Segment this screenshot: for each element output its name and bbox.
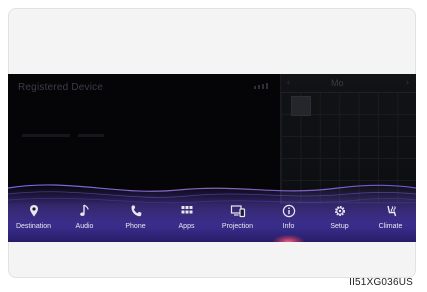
figure-caption: II51XG036US: [349, 277, 413, 288]
menu-label: Apps: [178, 223, 195, 230]
signal-status-icon: [254, 83, 268, 89]
calendar-month-label: Mo: [331, 78, 344, 88]
menu-item-info[interactable]: Info: [263, 200, 314, 242]
content-line: [78, 134, 104, 137]
menu-item-destination[interactable]: Destination: [8, 200, 59, 242]
menu-item-audio[interactable]: Audio: [59, 200, 110, 242]
head-unit-screen: Registered Device ‹ Mo › Destination Aud…: [8, 74, 416, 242]
phone-icon: [130, 205, 141, 217]
menu-item-apps[interactable]: Apps: [161, 200, 212, 242]
music-note-icon: [79, 204, 89, 216]
calendar-header: ‹ Mo ›: [281, 74, 416, 93]
apps-grid-icon: [181, 206, 192, 214]
menu-label: Audio: [75, 223, 94, 230]
menu-item-phone[interactable]: Phone: [110, 200, 161, 242]
chevron-right-icon[interactable]: ›: [406, 77, 409, 87]
gear-icon: [334, 206, 345, 216]
destination-pin-icon: [29, 205, 38, 217]
menu-label: Info: [282, 223, 295, 230]
info-icon: [282, 204, 295, 218]
projection-icon: [230, 205, 245, 218]
climate-seat-icon: [386, 205, 396, 217]
menu-item-projection[interactable]: Projection: [212, 200, 263, 242]
bottom-menu-bar: Destination Audio Phone Apps Projection …: [8, 200, 416, 242]
screen-title: Registered Device: [18, 82, 104, 93]
menu-item-climate[interactable]: Climate: [365, 200, 416, 242]
menu-label: Setup: [330, 223, 349, 230]
menu-label: Destination: [15, 223, 52, 230]
manual-illustration: Registered Device ‹ Mo › Destination Aud…: [0, 0, 427, 292]
menu-item-setup[interactable]: Setup: [314, 200, 365, 242]
menu-label: Phone: [125, 223, 146, 230]
chevron-left-icon[interactable]: ‹: [287, 77, 290, 87]
menu-label: Projection: [221, 223, 254, 230]
menu-label: Climate: [378, 223, 403, 230]
content-line: [22, 134, 70, 137]
contact-avatar: [291, 96, 311, 116]
